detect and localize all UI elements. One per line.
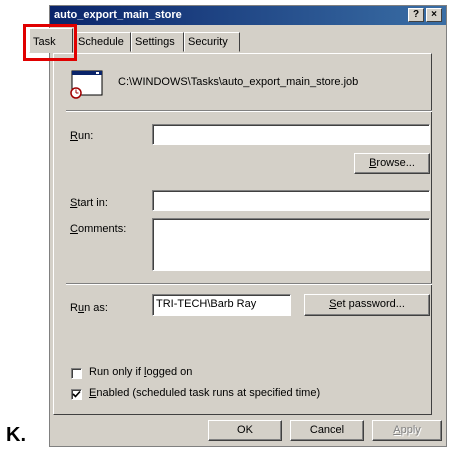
comments-key: C xyxy=(70,223,78,235)
comments-rest: omments: xyxy=(77,223,127,235)
run-only-if-logged-on-label[interactable]: Run only if logged on xyxy=(89,366,192,378)
start-in-input[interactable] xyxy=(152,190,430,211)
browse-button[interactable]: Browse... xyxy=(354,153,430,174)
run-only-if-logged-on-checkbox[interactable] xyxy=(71,368,82,379)
help-button[interactable]: ? xyxy=(408,8,424,22)
separator-top xyxy=(66,110,432,112)
tab-security-label: Security xyxy=(188,36,228,48)
run-as-rest: n as: xyxy=(84,302,108,314)
tab-settings-label: Settings xyxy=(135,36,175,48)
enabled-label[interactable]: Enabled (scheduled task runs at specifie… xyxy=(89,387,320,399)
ok-button[interactable]: OK xyxy=(208,420,282,441)
run-label: Run: xyxy=(70,130,93,142)
separator-middle xyxy=(66,283,432,285)
run-as-label: Run as: xyxy=(70,302,108,314)
set-password-button[interactable]: Set password... xyxy=(304,294,430,316)
task-file-path: C:\WINDOWS\Tasks\auto_export_main_store.… xyxy=(118,76,359,88)
cancel-button[interactable]: Cancel xyxy=(290,420,364,441)
enabled-rest: nabled (scheduled task runs at specified… xyxy=(96,387,321,399)
run-label-key: R xyxy=(70,130,78,142)
close-button[interactable]: × xyxy=(426,8,442,22)
step-label: K. xyxy=(6,424,26,446)
run-as-input[interactable]: TRI-TECH\Barb Ray xyxy=(152,294,291,316)
run-as-pre: R xyxy=(70,302,78,314)
apply-button[interactable]: Apply xyxy=(372,420,442,441)
browse-rest: rowse... xyxy=(376,157,415,169)
tab-highlight-box xyxy=(23,24,77,61)
enabled-checkbox[interactable] xyxy=(71,389,82,400)
comments-label: Comments: xyxy=(70,223,126,235)
start-in-label: Start in: xyxy=(70,197,108,209)
tab-schedule[interactable]: Schedule xyxy=(74,32,131,52)
set-password-rest: et password... xyxy=(336,298,405,310)
apply-key: A xyxy=(393,424,401,436)
run-only-pre: Run only if xyxy=(89,366,145,378)
run-label-rest: un: xyxy=(77,130,94,142)
title-bar: auto_export_main_store ? × xyxy=(50,6,446,25)
start-in-rest: tart in: xyxy=(77,197,108,209)
checkmark-icon xyxy=(72,390,81,398)
run-input[interactable] xyxy=(152,124,430,145)
apply-rest: pply xyxy=(400,424,421,436)
comments-textarea[interactable] xyxy=(152,218,430,271)
scheduled-task-icon xyxy=(70,70,104,100)
run-only-rest: ogged on xyxy=(146,366,193,378)
window-title: auto_export_main_store xyxy=(54,9,182,21)
tab-settings[interactable]: Settings xyxy=(131,32,184,52)
tab-schedule-label: Schedule xyxy=(78,36,124,48)
tab-security[interactable]: Security xyxy=(184,32,240,52)
